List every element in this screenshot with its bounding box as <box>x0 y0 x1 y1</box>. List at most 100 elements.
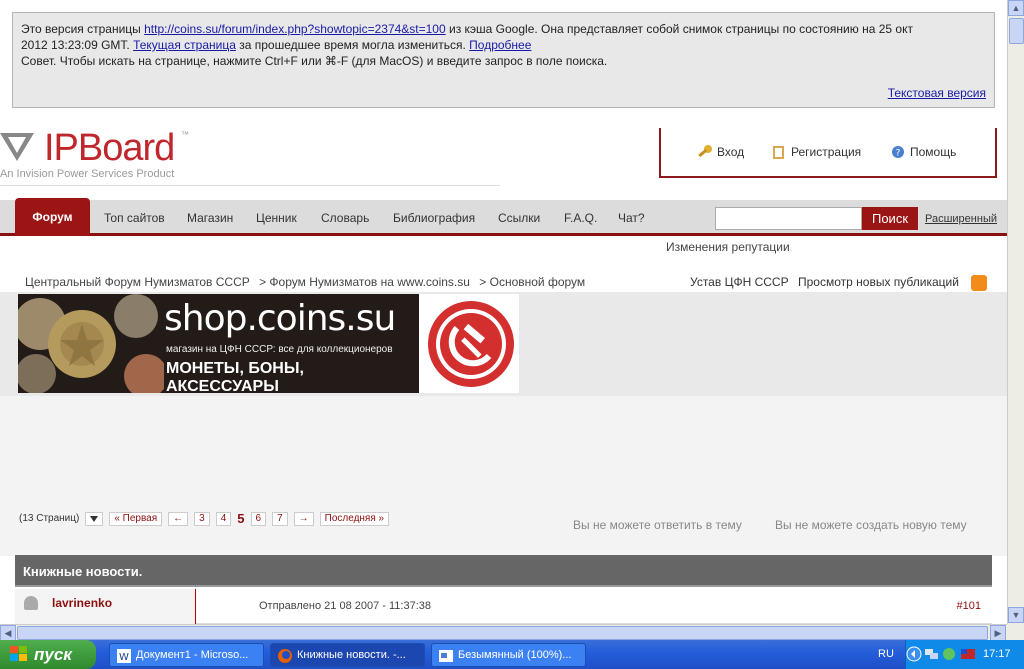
hammer-sickle-logo[interactable] <box>419 294 519 393</box>
user-icon <box>24 596 38 610</box>
cache-tip: Совет. Чтобы искать на странице, нажмите… <box>21 54 608 68</box>
key-icon <box>698 145 712 158</box>
cache-text-4: за прошедшее время могла измениться. <box>235 38 470 52</box>
cannot-create-text: Вы не можете создать новую тему <box>775 518 967 532</box>
poster-cell: lavrinenko <box>15 589 196 624</box>
login-label: Вход <box>717 145 745 159</box>
taskbar-paint-label: Безымянный (100%)... <box>458 649 572 661</box>
breadcrumb: Центральный Форум Нумизматов СССР > Фору… <box>25 275 585 289</box>
page-link[interactable]: 7 <box>272 511 288 526</box>
advanced-search-link[interactable]: Расширенный <box>925 213 997 225</box>
page-link[interactable]: 3 <box>194 511 210 526</box>
page-link[interactable]: 4 <box>215 511 232 526</box>
pagination: (13 Страниц) « Первая ← 3 4 5 6 7 → Посл… <box>19 511 390 526</box>
banner-tagline: МОНЕТЫ, БОНЫ, АКСЕССУАРЫ <box>166 360 304 393</box>
language-indicator[interactable]: RU <box>878 648 894 660</box>
hammer-sickle-icon <box>428 301 514 387</box>
search-button[interactable]: Поиск <box>862 207 918 230</box>
last-page-link[interactable]: Последняя » <box>319 511 390 526</box>
page-link[interactable]: 6 <box>250 511 267 526</box>
nav-faq[interactable]: F.A.Q. <box>564 211 597 225</box>
banner-subtitle: магазин на ЦФН СССР: все для коллекционе… <box>166 344 393 355</box>
cannot-reply-text: Вы не можете ответить в тему <box>573 518 742 532</box>
nav-dictionary[interactable]: Словарь <box>321 211 369 225</box>
clipboard-icon <box>773 146 784 159</box>
taskbar-word[interactable]: W Документ1 - Microso... <box>109 643 264 667</box>
register-label: Регистрация <box>791 145 862 159</box>
help-link[interactable]: ? Помощь <box>890 144 956 160</box>
taskbar-firefox[interactable]: Книжные новости. -... <box>270 643 425 667</box>
breadcrumb-item[interactable]: > Форум Нумизматов на www.coins.su <box>259 275 470 289</box>
cache-banner: Это версия страницы http://coins.su/foru… <box>12 12 995 108</box>
current-page-link[interactable]: Текущая страница <box>133 38 236 52</box>
reputation-link[interactable]: Изменения репутации <box>666 240 790 254</box>
post-date: Отправлено 21 08 2007 - 11:37:38 <box>259 600 431 612</box>
scroll-corner <box>1007 624 1024 640</box>
content-spacer <box>0 396 1007 556</box>
coins-image <box>18 294 164 393</box>
banner-title: shop.coins.su <box>164 298 396 339</box>
first-page-link[interactable]: « Первая <box>109 511 163 526</box>
start-label: пуск <box>34 644 72 664</box>
search-input[interactable] <box>715 207 862 230</box>
register-link[interactable]: Регистрация <box>771 144 861 160</box>
messenger-icon[interactable] <box>941 646 957 662</box>
horizontal-scroll-thumb[interactable] <box>17 626 988 640</box>
logo-name: IPBoard <box>44 127 175 169</box>
network-icon[interactable] <box>924 646 940 662</box>
taskbar-word-label: Документ1 - Microso... <box>136 649 249 661</box>
text-version-link[interactable]: Текстовая версия <box>888 85 986 101</box>
prev-page-link[interactable]: ← <box>168 511 189 526</box>
tab-forum[interactable]: Форум <box>15 198 90 236</box>
taskbar-paint[interactable]: Безымянный (100%)... <box>431 643 586 667</box>
nav-bibliography[interactable]: Библиография <box>393 211 475 225</box>
ipboard-logo-icon <box>0 133 34 161</box>
windows-logo-icon <box>10 646 27 661</box>
scroll-right-icon[interactable]: ▶ <box>990 625 1006 641</box>
cache-text-2: из кэша Google. Она представляет собой с… <box>445 22 913 36</box>
rss-icon[interactable] <box>971 275 987 291</box>
breadcrumb-item[interactable]: > Основной форум <box>479 275 585 289</box>
chevron-down-icon <box>90 515 99 522</box>
clock: 17:17 <box>983 648 1011 660</box>
breadcrumb-item[interactable]: Центральный Форум Нумизматов СССР <box>25 275 250 289</box>
cache-text-1: Это версия страницы <box>21 22 145 36</box>
new-posts-link[interactable]: Просмотр новых публикаций <box>798 275 959 289</box>
nav-links[interactable]: Ссылки <box>498 211 540 225</box>
vertical-scroll-thumb[interactable] <box>1009 18 1024 44</box>
cache-text-3: 2012 13:23:09 GMT. <box>21 38 134 52</box>
scroll-up-icon[interactable]: ▲ <box>1008 0 1024 16</box>
post-row: lavrinenko Отправлено 21 08 2007 - 11:37… <box>15 589 992 624</box>
site-logo[interactable]: IPBoard ™ An Invision Power Services Pro… <box>0 123 500 186</box>
post-number-link[interactable]: #101 <box>957 600 981 612</box>
flag-icon[interactable] <box>960 646 976 662</box>
nav-top-sites[interactable]: Топ сайтов <box>104 211 165 225</box>
nav-prices[interactable]: Ценник <box>256 211 297 225</box>
login-link[interactable]: Вход <box>697 144 744 160</box>
scroll-left-icon[interactable]: ◀ <box>0 625 16 641</box>
vertical-scrollbar[interactable]: ▲ ▼ <box>1007 0 1024 624</box>
logo-subtitle: An Invision Power Services Product <box>0 168 175 180</box>
scroll-down-icon[interactable]: ▼ <box>1008 607 1024 623</box>
nav-shop[interactable]: Магазин <box>187 211 233 225</box>
taskbar-firefox-label: Книжные новости. -... <box>297 649 406 661</box>
rules-link[interactable]: Устав ЦФН СССР <box>690 275 789 289</box>
user-box: Вход Регистрация ? Помощь <box>659 128 997 178</box>
help-label: Помощь <box>910 145 957 159</box>
shop-banner[interactable]: shop.coins.su магазин на ЦФН СССР: все д… <box>18 294 419 393</box>
current-page: 5 <box>237 511 245 526</box>
poster-name[interactable]: lavrinenko <box>52 596 112 610</box>
more-link[interactable]: Подробнее <box>469 38 531 52</box>
help-icon: ? <box>892 146 904 159</box>
horizontal-scrollbar[interactable]: ◀ ▶ <box>0 624 1007 641</box>
next-page-link[interactable]: → <box>293 511 314 526</box>
start-button[interactable]: пуск <box>0 640 96 669</box>
cache-url-link[interactable]: http://coins.su/forum/index.php?showtopi… <box>144 22 446 36</box>
svg-text:W: W <box>119 652 129 663</box>
svg-text:?: ? <box>896 149 901 159</box>
pages-dropdown[interactable] <box>85 511 104 526</box>
tray-expand-icon[interactable] <box>906 646 922 662</box>
nav-chat[interactable]: Чат? <box>618 211 645 225</box>
firefox-icon <box>278 649 292 663</box>
image-editor-icon <box>439 650 453 662</box>
